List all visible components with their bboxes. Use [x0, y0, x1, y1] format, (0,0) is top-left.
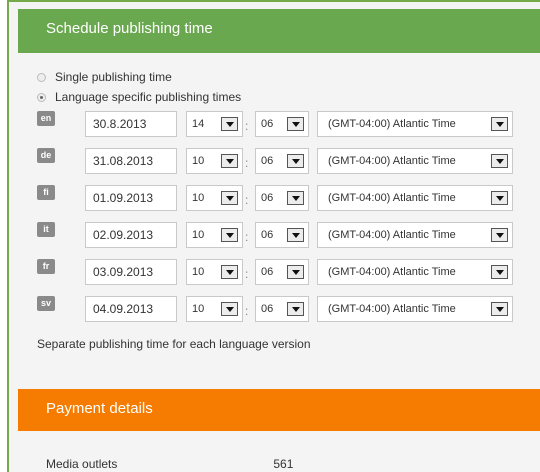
- language-rows: en 30.8.2013 14 : 06 (GMT-04:00) Atlanti…: [37, 111, 540, 333]
- chevron-down-icon[interactable]: [491, 265, 508, 279]
- chevron-down-icon[interactable]: [287, 117, 304, 131]
- hour-value: 10: [192, 303, 205, 315]
- minute-select[interactable]: 06: [255, 185, 309, 211]
- minute-select[interactable]: 06: [255, 259, 309, 285]
- date-input[interactable]: 31.08.2013: [85, 148, 177, 174]
- language-badge: fr: [37, 259, 55, 274]
- chevron-down-icon[interactable]: [287, 154, 304, 168]
- chevron-down-icon[interactable]: [287, 228, 304, 242]
- minute-value: 06: [261, 303, 274, 315]
- timezone-value: (GMT-04:00) Atlantic Time: [328, 266, 456, 278]
- chevron-down-icon[interactable]: [287, 191, 304, 205]
- hour-value: 10: [192, 266, 205, 278]
- language-row-sv: sv 04.09.2013 10 : 06 (GMT-04:00) Atlant…: [37, 296, 540, 333]
- minute-value: 06: [261, 266, 274, 278]
- chevron-down-icon[interactable]: [287, 265, 304, 279]
- radio-label: Language specific publishing times: [55, 90, 242, 104]
- minute-value: 06: [261, 155, 274, 167]
- timezone-value: (GMT-04:00) Atlantic Time: [328, 303, 456, 315]
- language-badge: de: [37, 148, 55, 163]
- hour-select[interactable]: 14: [186, 111, 243, 137]
- chevron-down-icon[interactable]: [221, 154, 238, 168]
- hour-select[interactable]: 10: [186, 148, 243, 174]
- minute-select[interactable]: 06: [255, 148, 309, 174]
- timezone-select[interactable]: (GMT-04:00) Atlantic Time: [317, 259, 513, 285]
- date-input[interactable]: 03.09.2013: [85, 259, 177, 285]
- hour-value: 10: [192, 229, 205, 241]
- radio-label: Single publishing time: [55, 70, 172, 84]
- time-separator: :: [245, 193, 249, 207]
- schedule-note: Separate publishing time for each langua…: [37, 337, 311, 351]
- chevron-down-icon[interactable]: [221, 265, 238, 279]
- chevron-down-icon[interactable]: [491, 117, 508, 131]
- chevron-down-icon[interactable]: [221, 191, 238, 205]
- publishing-form: Schedule publishing time Single publishi…: [7, 0, 540, 472]
- date-input[interactable]: 01.09.2013: [85, 185, 177, 211]
- payment-title: Payment details: [46, 400, 153, 417]
- date-input[interactable]: 02.09.2013: [85, 222, 177, 248]
- language-row-fr: fr 03.09.2013 10 : 06 (GMT-04:00) Atlant…: [37, 259, 540, 296]
- chevron-down-icon[interactable]: [221, 228, 238, 242]
- timezone-value: (GMT-04:00) Atlantic Time: [328, 229, 456, 241]
- payment-label: Media outlets: [46, 457, 118, 471]
- language-row-en: en 30.8.2013 14 : 06 (GMT-04:00) Atlanti…: [37, 111, 540, 148]
- radio-button[interactable]: [37, 72, 46, 82]
- time-separator: :: [245, 304, 249, 318]
- chevron-down-icon[interactable]: [221, 302, 238, 316]
- hour-select[interactable]: 10: [186, 222, 243, 248]
- hour-select[interactable]: 10: [186, 296, 243, 322]
- schedule-title: Schedule publishing time: [46, 20, 213, 37]
- minute-select[interactable]: 06: [255, 111, 309, 137]
- minute-value: 06: [261, 229, 274, 241]
- timezone-select[interactable]: (GMT-04:00) Atlantic Time: [317, 296, 513, 322]
- chevron-down-icon[interactable]: [491, 228, 508, 242]
- chevron-down-icon[interactable]: [491, 191, 508, 205]
- time-separator: :: [245, 156, 249, 170]
- language-badge: fi: [37, 185, 55, 200]
- date-input[interactable]: 04.09.2013: [85, 296, 177, 322]
- date-input[interactable]: 30.8.2013: [85, 111, 177, 137]
- timezone-select[interactable]: (GMT-04:00) Atlantic Time: [317, 185, 513, 211]
- timezone-value: (GMT-04:00) Atlantic Time: [328, 155, 456, 167]
- schedule-body: Single publishing time Language specific…: [9, 53, 540, 351]
- chevron-down-icon[interactable]: [491, 302, 508, 316]
- time-separator: :: [245, 230, 249, 244]
- chevron-down-icon[interactable]: [491, 154, 508, 168]
- time-separator: :: [245, 119, 249, 133]
- minute-value: 06: [261, 118, 274, 130]
- payment-row-media-outlets: Media outlets 561: [46, 457, 526, 471]
- hour-value: 14: [192, 118, 205, 130]
- radio-button[interactable]: [37, 92, 46, 102]
- language-row-it: it 02.09.2013 10 : 06 (GMT-04:00) Atlant…: [37, 222, 540, 259]
- hour-value: 10: [192, 192, 205, 204]
- payment-value: 561: [273, 457, 294, 471]
- language-row-de: de 31.08.2013 10 : 06 (GMT-04:00) Atlant…: [37, 148, 540, 185]
- timezone-select[interactable]: (GMT-04:00) Atlantic Time: [317, 222, 513, 248]
- timezone-value: (GMT-04:00) Atlantic Time: [328, 192, 456, 204]
- language-badge: it: [37, 222, 55, 237]
- language-row-fi: fi 01.09.2013 10 : 06 (GMT-04:00) Atlant…: [37, 185, 540, 222]
- language-badge: sv: [37, 296, 55, 311]
- time-separator: :: [245, 267, 249, 281]
- minute-select[interactable]: 06: [255, 296, 309, 322]
- radio-language-specific[interactable]: Language specific publishing times: [37, 87, 540, 107]
- chevron-down-icon[interactable]: [221, 117, 238, 131]
- chevron-down-icon[interactable]: [287, 302, 304, 316]
- radio-single-time[interactable]: Single publishing time: [37, 67, 540, 87]
- hour-value: 10: [192, 155, 205, 167]
- language-badge: en: [37, 111, 55, 126]
- timezone-select[interactable]: (GMT-04:00) Atlantic Time: [317, 111, 513, 137]
- payment-header: Payment details: [18, 389, 540, 431]
- timezone-select[interactable]: (GMT-04:00) Atlantic Time: [317, 148, 513, 174]
- hour-select[interactable]: 10: [186, 259, 243, 285]
- minute-select[interactable]: 06: [255, 222, 309, 248]
- hour-select[interactable]: 10: [186, 185, 243, 211]
- minute-value: 06: [261, 192, 274, 204]
- schedule-header: Schedule publishing time: [18, 9, 540, 53]
- timezone-value: (GMT-04:00) Atlantic Time: [328, 118, 456, 130]
